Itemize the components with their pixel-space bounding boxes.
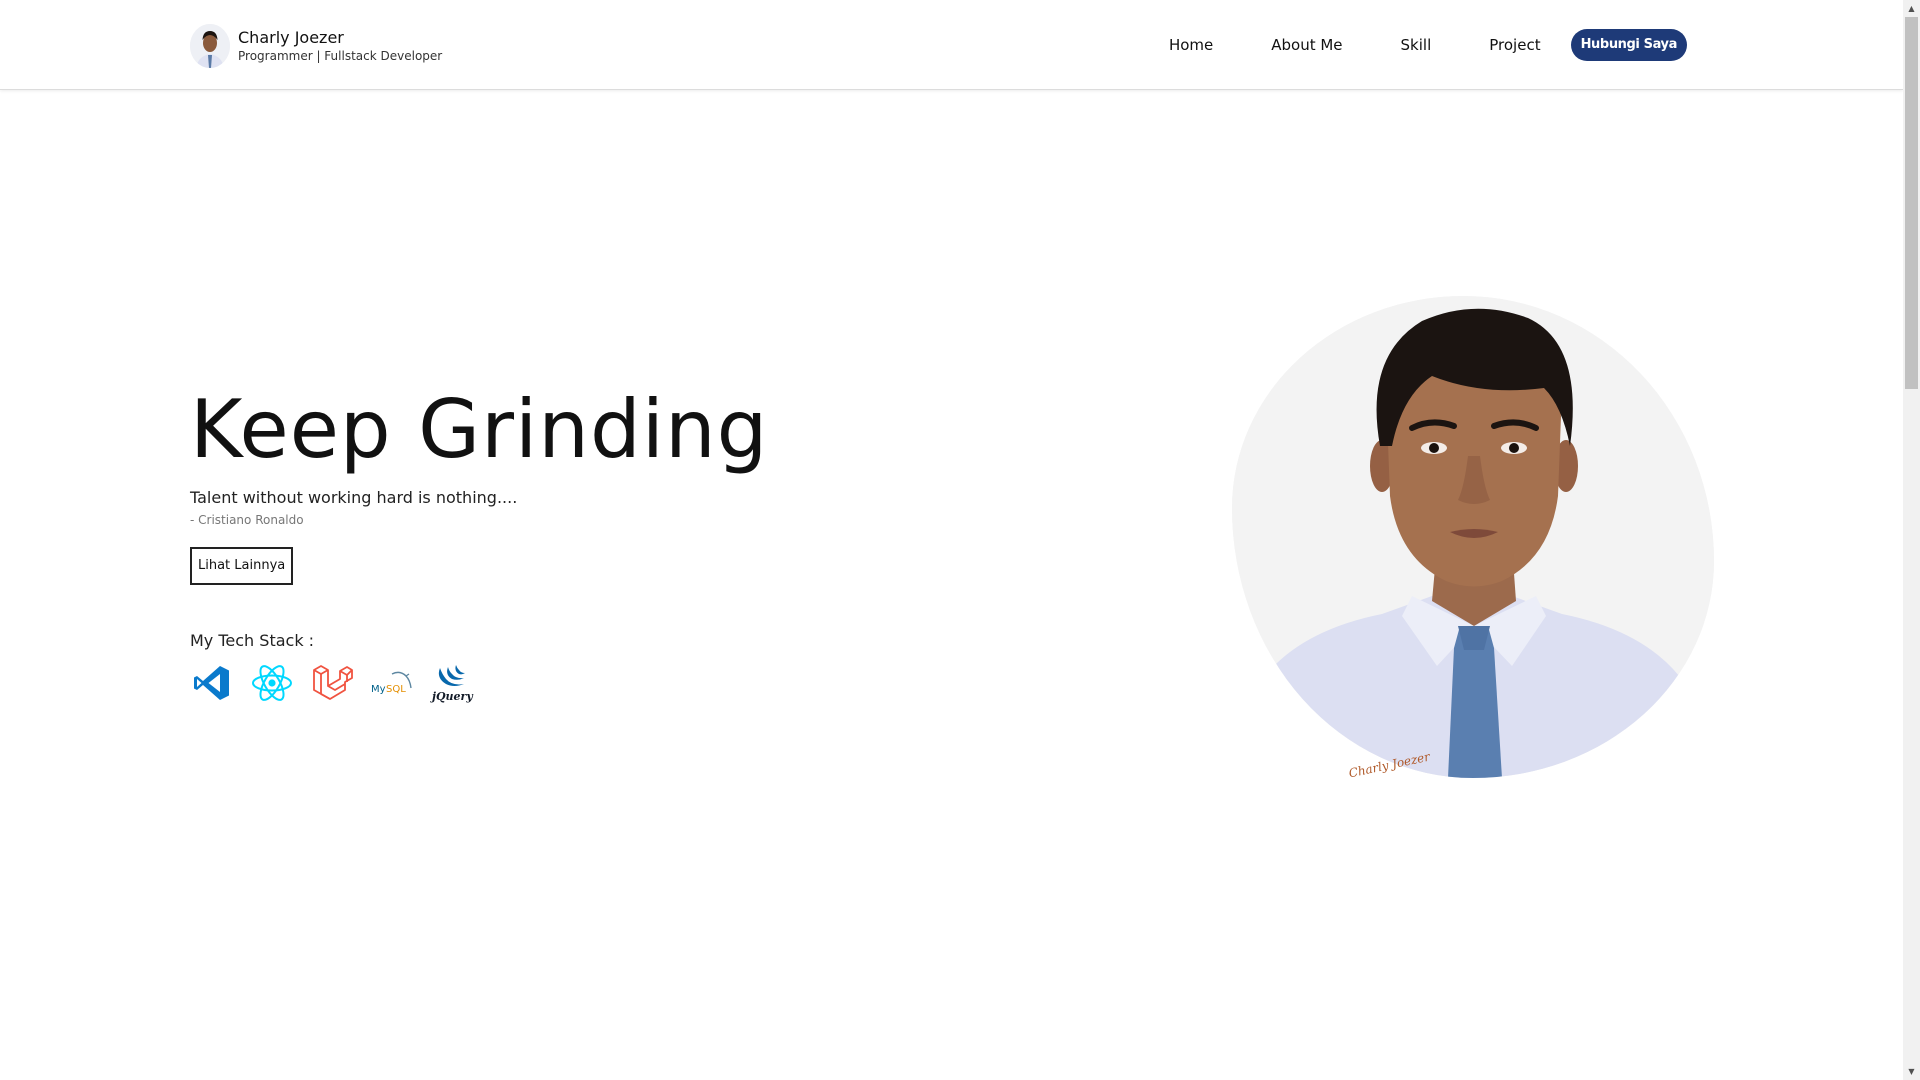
see-more-button[interactable]: Lihat Lainnya xyxy=(190,547,294,585)
scroll-up-arrow-icon[interactable]: ▲ xyxy=(1903,0,1920,17)
site-header: Charly Joezer Programmer | Fullstack Dev… xyxy=(0,0,1903,90)
page-scrollbar[interactable]: ▲ ▼ xyxy=(1903,0,1920,1080)
nav-about-me[interactable]: About Me xyxy=(1271,29,1342,61)
tech-stack-label: My Tech Stack : xyxy=(190,631,315,650)
nav-project[interactable]: Project xyxy=(1489,29,1540,61)
svg-text:jQuery: jQuery xyxy=(430,690,474,703)
svg-text:SQL: SQL xyxy=(386,684,406,695)
hero-quote-author: - Cristiano Ronaldo xyxy=(190,513,304,527)
brand-name: Charly Joezer xyxy=(238,28,344,47)
brand[interactable]: Charly Joezer Programmer | Fullstack Dev… xyxy=(190,24,442,68)
svg-text:My: My xyxy=(371,684,386,695)
hero-title: Keep Grinding xyxy=(190,383,769,476)
mysql-icon: My SQL xyxy=(370,661,414,705)
nav-home[interactable]: Home xyxy=(1169,29,1213,61)
hero-section: Keep Grinding Talent without working har… xyxy=(190,380,890,705)
react-icon xyxy=(250,661,294,705)
tech-stack-icons: My SQL jQuery xyxy=(190,661,890,705)
brand-role: Programmer | Fullstack Developer xyxy=(238,49,443,63)
hero-quote: Talent without working hard is nothing..… xyxy=(190,488,518,507)
vscode-icon xyxy=(190,661,234,705)
laravel-icon xyxy=(310,661,354,705)
scroll-down-arrow-icon[interactable]: ▼ xyxy=(1903,1063,1920,1080)
nav-skill[interactable]: Skill xyxy=(1401,29,1432,61)
jquery-icon: jQuery xyxy=(430,661,474,705)
profile-portrait xyxy=(1232,296,1714,778)
scrollbar-thumb[interactable] xyxy=(1905,17,1918,389)
main-nav: Home About Me Skill Project Hubungi Saya xyxy=(1169,29,1687,61)
avatar xyxy=(190,24,230,68)
contact-button[interactable]: Hubungi Saya xyxy=(1570,29,1687,61)
